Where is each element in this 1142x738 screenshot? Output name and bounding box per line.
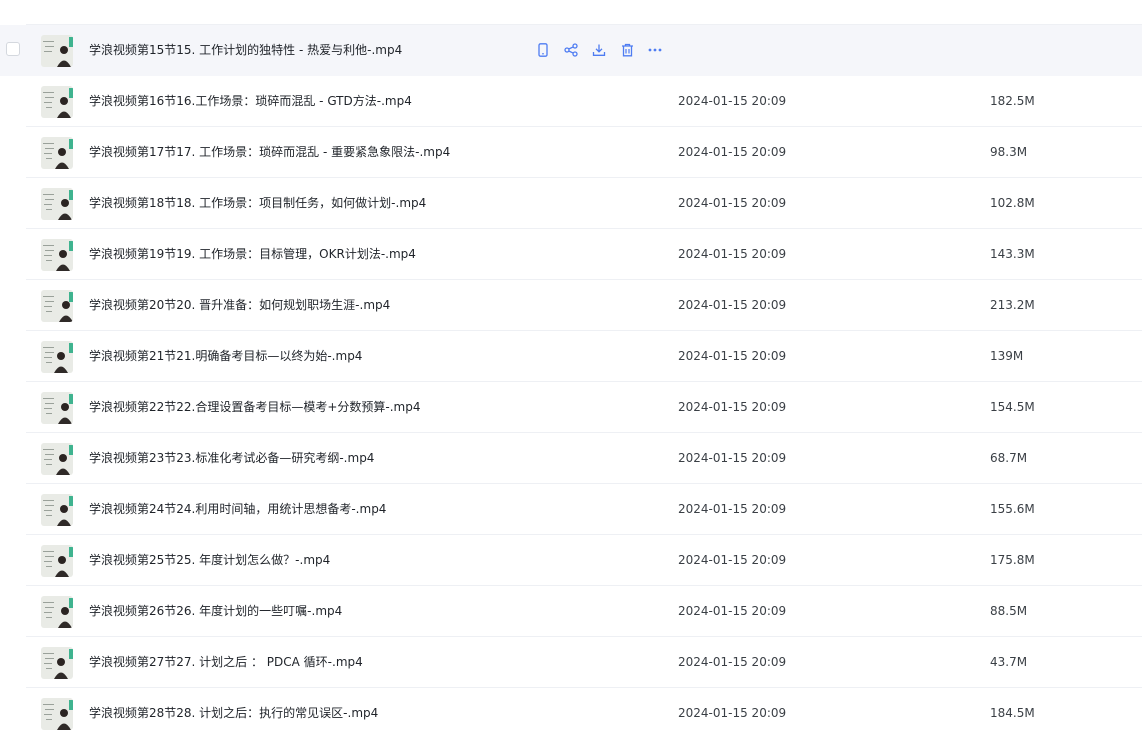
file-name[interactable]: 学浪视频第27节27. 计划之后 ： PDCA 循环-.mp4 <box>89 637 363 688</box>
file-date: 2024-01-15 20:09 <box>678 94 787 108</box>
video-thumbnail <box>41 596 73 628</box>
file-size: 98.3M <box>990 145 1028 159</box>
file-row[interactable]: 学浪视频第26节26. 年度计划的一些叮嘱-.mp4 2024-01-15 20:… <box>0 586 1142 637</box>
file-date: 2024-01-15 20:09 <box>678 349 787 363</box>
file-size: 154.5M <box>990 400 1035 414</box>
video-thumbnail <box>41 86 73 118</box>
file-name[interactable]: 学浪视频第23节23.标准化考试必备—研究考纲-.mp4 <box>89 433 374 484</box>
file-size: 68.7M <box>990 451 1028 465</box>
video-thumbnail <box>41 290 73 322</box>
file-date: 2024-01-15 20:09 <box>678 298 787 312</box>
file-row[interactable]: 学浪视频第21节21.明确备考目标—以终为始-.mp4 2024-01-15 20… <box>0 331 1142 382</box>
video-thumbnail <box>41 341 73 373</box>
file-name[interactable]: 学浪视频第16节16.工作场景：琐碎而混乱 - GTD方法-.mp4 <box>89 76 412 127</box>
file-date: 2024-01-15 20:09 <box>678 655 787 669</box>
video-thumbnail <box>41 698 73 730</box>
file-name[interactable]: 学浪视频第19节19. 工作场景：目标管理，OKR计划法-.mp4 <box>89 229 416 280</box>
file-name[interactable]: 学浪视频第25节25. 年度计划怎么做？-.mp4 <box>89 535 330 586</box>
file-name[interactable]: 学浪视频第17节17. 工作场景：琐碎而混乱 - 重要紧急象限法-.mp4 <box>89 127 450 178</box>
file-row-hovered[interactable]: 学浪视频第15节15. 工作计划的独特性 - 热爱与利他-.mp4 <box>0 25 1142 76</box>
delete-icon[interactable] <box>618 41 636 59</box>
file-date: 2024-01-15 20:09 <box>678 145 787 159</box>
row-checkbox[interactable] <box>6 42 20 56</box>
video-thumbnail <box>41 239 73 271</box>
row-actions <box>534 41 664 59</box>
video-thumbnail <box>41 392 73 424</box>
file-row[interactable]: 学浪视频第22节22.合理设置备考目标—模考+分数预算-.mp4 2024-01-… <box>0 382 1142 433</box>
file-size: 43.7M <box>990 655 1028 669</box>
file-date: 2024-01-15 20:09 <box>678 502 787 516</box>
video-thumbnail <box>41 35 73 67</box>
video-thumbnail <box>41 443 73 475</box>
file-date: 2024-01-15 20:09 <box>678 604 787 618</box>
file-list: 学浪视频第15节15. 工作计划的独特性 - 热爱与利他-.mp4 学浪视频第1… <box>0 0 1142 738</box>
file-name[interactable]: 学浪视频第21节21.明确备考目标—以终为始-.mp4 <box>89 331 362 382</box>
file-size: 102.8M <box>990 196 1035 210</box>
file-row[interactable]: 学浪视频第16节16.工作场景：琐碎而混乱 - GTD方法-.mp4 2024-0… <box>0 76 1142 127</box>
file-date: 2024-01-15 20:09 <box>678 706 787 720</box>
file-size: 213.2M <box>990 298 1035 312</box>
share-icon[interactable] <box>562 41 580 59</box>
file-row[interactable]: 学浪视频第18节18. 工作场景：项目制任务，如何做计划-.mp4 2024-01… <box>0 178 1142 229</box>
video-thumbnail <box>41 137 73 169</box>
file-row[interactable]: 学浪视频第19节19. 工作场景：目标管理，OKR计划法-.mp4 2024-01… <box>0 229 1142 280</box>
file-date: 2024-01-15 20:09 <box>678 451 787 465</box>
file-date: 2024-01-15 20:09 <box>678 400 787 414</box>
file-date: 2024-01-15 20:09 <box>678 247 787 261</box>
file-row[interactable]: 学浪视频第27节27. 计划之后 ： PDCA 循环-.mp4 2024-01-1… <box>0 637 1142 688</box>
file-row[interactable]: 学浪视频第20节20. 晋升准备：如何规划职场生涯-.mp4 2024-01-15… <box>0 280 1142 331</box>
download-icon[interactable] <box>590 41 608 59</box>
file-size: 155.6M <box>990 502 1035 516</box>
file-date: 2024-01-15 20:09 <box>678 553 787 567</box>
file-name[interactable]: 学浪视频第18节18. 工作场景：项目制任务，如何做计划-.mp4 <box>89 178 426 229</box>
video-thumbnail <box>41 494 73 526</box>
file-name[interactable]: 学浪视频第20节20. 晋升准备：如何规划职场生涯-.mp4 <box>89 280 390 331</box>
more-icon[interactable] <box>646 41 664 59</box>
file-row[interactable]: 学浪视频第17节17. 工作场景：琐碎而混乱 - 重要紧急象限法-.mp4 202… <box>0 127 1142 178</box>
file-size: 182.5M <box>990 94 1035 108</box>
file-size: 143.3M <box>990 247 1035 261</box>
file-size: 184.5M <box>990 706 1035 720</box>
file-name[interactable]: 学浪视频第28节28. 计划之后：执行的常见误区-.mp4 <box>89 688 378 738</box>
file-size: 88.5M <box>990 604 1028 618</box>
file-row[interactable]: 学浪视频第28节28. 计划之后：执行的常见误区-.mp4 2024-01-15 … <box>0 688 1142 738</box>
file-name[interactable]: 学浪视频第26节26. 年度计划的一些叮嘱-.mp4 <box>89 586 342 637</box>
file-row[interactable]: 学浪视频第23节23.标准化考试必备—研究考纲-.mp4 2024-01-15 2… <box>0 433 1142 484</box>
file-name[interactable]: 学浪视频第22节22.合理设置备考目标—模考+分数预算-.mp4 <box>89 382 421 433</box>
file-date: 2024-01-15 20:09 <box>678 196 787 210</box>
file-size: 139M <box>990 349 1024 363</box>
video-thumbnail <box>41 188 73 220</box>
video-thumbnail <box>41 545 73 577</box>
file-name[interactable]: 学浪视频第15节15. 工作计划的独特性 - 热爱与利他-.mp4 <box>89 25 402 76</box>
file-row[interactable]: 学浪视频第25节25. 年度计划怎么做？-.mp4 2024-01-15 20:0… <box>0 535 1142 586</box>
list-top-divider <box>26 0 1142 25</box>
file-size: 175.8M <box>990 553 1035 567</box>
mobile-icon[interactable] <box>534 41 552 59</box>
file-row[interactable]: 学浪视频第24节24.利用时间轴，用统计思想备考-.mp4 2024-01-15 … <box>0 484 1142 535</box>
file-name[interactable]: 学浪视频第24节24.利用时间轴，用统计思想备考-.mp4 <box>89 484 386 535</box>
video-thumbnail <box>41 647 73 679</box>
